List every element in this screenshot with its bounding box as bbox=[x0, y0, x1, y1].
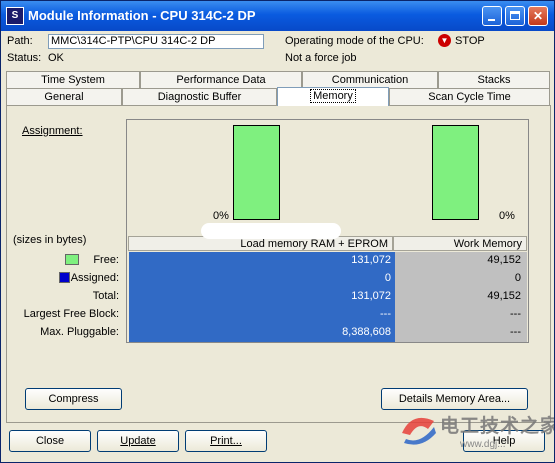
free-swatch bbox=[65, 254, 79, 265]
app-icon[interactable]: S bbox=[6, 7, 24, 25]
tab-label: Time System bbox=[41, 74, 105, 86]
status-label: Status: bbox=[7, 52, 42, 64]
update-button[interactable]: Update bbox=[97, 430, 179, 452]
force-job-text: Not a force job bbox=[285, 52, 357, 64]
tab-label: Performance Data bbox=[176, 74, 266, 86]
status-value: OK bbox=[48, 52, 64, 64]
assignment-label: Assignment: bbox=[22, 125, 83, 137]
print-button[interactable]: Print... bbox=[185, 430, 267, 452]
tab-time-system[interactable]: Time System bbox=[6, 71, 140, 88]
close-button[interactable]: Close bbox=[9, 430, 91, 452]
path-label: Path: bbox=[7, 35, 33, 47]
site-watermark: 电工技术之家 www.dgj... bbox=[398, 405, 554, 461]
tab-scan-cycle-time[interactable]: Scan Cycle Time bbox=[389, 88, 550, 105]
load-free-value: 131,072 bbox=[351, 254, 391, 266]
watermark-text: 电工技术之家 bbox=[440, 416, 555, 437]
update-button-label: Update bbox=[120, 435, 156, 447]
work-largest-free-block-value: --- bbox=[510, 308, 521, 320]
minimize-button[interactable] bbox=[482, 6, 502, 26]
load-max-pluggable-value: 8,388,608 bbox=[342, 326, 391, 338]
row-label-largest-free-block: Largest Free Block: bbox=[23, 308, 119, 320]
tab-general[interactable]: General bbox=[6, 88, 122, 105]
close-icon: ✕ bbox=[532, 9, 544, 23]
load-memory-bar bbox=[233, 125, 280, 220]
tab-label: Communication bbox=[331, 74, 409, 86]
maximize-icon bbox=[510, 11, 520, 20]
window-title: Module Information - CPU 314C-2 DP bbox=[28, 8, 256, 23]
work-total-value: 49,152 bbox=[487, 290, 521, 302]
compress-button[interactable]: Compress bbox=[25, 388, 122, 410]
redaction-smudge bbox=[201, 223, 341, 239]
load-percent-label: 0% bbox=[213, 210, 229, 222]
tab-communication[interactable]: Communication bbox=[302, 71, 438, 88]
module-information-window: S Module Information - CPU 314C-2 DP ✕ P… bbox=[0, 0, 555, 463]
close-window-button[interactable]: ✕ bbox=[528, 6, 548, 26]
load-total-value: 131,072 bbox=[351, 290, 391, 302]
watermark-url: www.dgj... bbox=[460, 439, 506, 450]
work-memory-bar bbox=[432, 125, 479, 220]
details-button-label: Details Memory Area... bbox=[398, 393, 511, 405]
load-largest-free-block-value: --- bbox=[380, 308, 391, 320]
close-button-label: Close bbox=[35, 435, 65, 447]
column-header-work-memory[interactable]: Work Memory bbox=[393, 236, 527, 251]
row-label-max-pluggable: Max. Pluggable: bbox=[40, 326, 119, 338]
assigned-swatch bbox=[59, 272, 70, 283]
row-label-free: Free: bbox=[93, 254, 119, 266]
watermark-logo-icon bbox=[402, 417, 436, 445]
maximize-button[interactable] bbox=[505, 6, 525, 26]
tab-label: Scan Cycle Time bbox=[428, 91, 511, 103]
work-max-pluggable-value: --- bbox=[510, 326, 521, 338]
title-bar[interactable]: S Module Information - CPU 314C-2 DP ✕ bbox=[1, 1, 554, 31]
work-percent-label: 0% bbox=[499, 210, 515, 222]
tab-memory[interactable]: Memory bbox=[277, 87, 389, 106]
tab-label: General bbox=[44, 91, 84, 103]
tab-label: Stacks bbox=[477, 74, 511, 86]
work-assigned-value: 0 bbox=[514, 272, 521, 284]
stop-sign-icon: ▼ bbox=[438, 34, 451, 47]
tab-label: Memory bbox=[310, 89, 356, 103]
row-label-total: Total: bbox=[92, 290, 119, 302]
print-button-label: Print... bbox=[210, 435, 242, 447]
compress-button-label: Compress bbox=[48, 393, 99, 405]
tab-diagnostic-buffer[interactable]: Diagnostic Buffer bbox=[122, 88, 277, 105]
operating-mode-label: Operating mode of the CPU: bbox=[285, 35, 424, 47]
sizes-note: (sizes in bytes) bbox=[13, 234, 87, 246]
tab-label: Diagnostic Buffer bbox=[157, 91, 242, 103]
tab-stacks[interactable]: Stacks bbox=[438, 71, 550, 88]
load-assigned-value: 0 bbox=[384, 272, 391, 284]
minimize-icon bbox=[488, 19, 495, 21]
work-free-value: 49,152 bbox=[487, 254, 521, 266]
row-label-assigned: Assigned: bbox=[70, 272, 119, 284]
tab-performance-data[interactable]: Performance Data bbox=[140, 71, 302, 88]
path-field[interactable]: MMC\314C-PTP\CPU 314C-2 DP bbox=[48, 34, 264, 49]
operating-mode-value: STOP bbox=[455, 35, 485, 47]
